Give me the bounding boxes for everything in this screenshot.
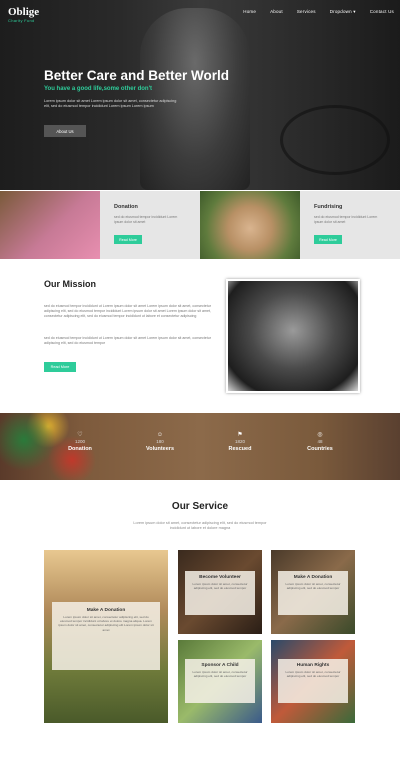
tile-caption: Human Rights Lorem ipsum dolor sit amet,… [278, 659, 348, 703]
tile-title: Human Rights [296, 663, 330, 668]
tile-text: Lorem ipsum dolor sit amet, consectetur … [285, 670, 341, 679]
service-tile-human-rights[interactable]: Human Rights Lorem ipsum dolor sit amet,… [271, 640, 355, 723]
nav-item-contact[interactable]: Contact Us [370, 9, 394, 15]
fundrising-card-title: Fundrising [314, 204, 343, 210]
tile-caption: Make A Donation Lorem ipsum dolor sit am… [52, 602, 160, 670]
feature-strip: Donation sed do eiusmod tempor incididun… [0, 191, 400, 259]
mission-paragraph-2: sed do eiusmod tempor incididunt ut Lore… [44, 336, 211, 346]
tile-caption: Sponsor A Child Lorem ipsum dolor sit am… [185, 659, 255, 703]
tile-text: Lorem ipsum dolor sit amet, consectetur … [285, 582, 341, 591]
main-nav: Home About Services Dropdown ▾ Contact U… [243, 9, 394, 15]
smile-icon: ☺ [156, 432, 164, 438]
stat-label: Rescued [228, 446, 252, 452]
service-heading: Our Service [171, 501, 229, 512]
service-tile-make-donation[interactable]: Make A Donation Lorem ipsum dolor sit am… [271, 550, 355, 634]
stat-volunteers: ☺ 180 Volunteers [130, 431, 190, 453]
donation-read-more-button[interactable]: Read More [114, 235, 142, 244]
tile-caption: Make A Donation Lorem ipsum dolor sit am… [278, 571, 348, 615]
mission-paragraph-1: sed do eiusmod tempor incididunt ut Lore… [44, 304, 211, 319]
stats-section: ♡ 1200 Donation ☺ 180 Volunteers ⚑ 1820 … [0, 413, 400, 480]
tile-caption: Become Volunteer Lorem ipsum dolor sit a… [185, 571, 255, 615]
donation-card-text: sed do eiusmod tempor incididunt Lorem i… [114, 215, 178, 224]
tile-title: Make A Donation [293, 575, 333, 580]
stat-label: Countries [307, 446, 333, 452]
tile-text: Lorem ipsum dolor sit amet, consectetur … [192, 582, 248, 591]
service-tile-make-donation-large[interactable]: Make A Donation Lorem ipsum dolor sit am… [44, 550, 168, 723]
about-us-button[interactable]: About Us [44, 125, 86, 137]
stat-rescued: ⚑ 1820 Rescued [210, 431, 270, 453]
hero-bicycle-image [280, 105, 390, 175]
mission-heading: Our Mission [44, 279, 97, 289]
flag-icon: ⚑ [237, 432, 243, 438]
service-subtitle: Lorem ipsum dolor sit amet, consectetur … [133, 521, 267, 530]
tile-title: Sponsor A Child [201, 663, 239, 668]
globe-icon: ◎ [317, 432, 323, 438]
stat-label: Volunteers [145, 446, 174, 452]
tile-text: Lorem ipsum dolor sit amet, consectetur … [58, 615, 154, 632]
stat-donation: ♡ 1200 Donation [50, 431, 110, 453]
fundrising-card-text: sed do eiusmod tempor incididunt Lorem i… [314, 215, 378, 224]
nav-item-services[interactable]: Services [297, 9, 316, 15]
service-tile-become-volunteer[interactable]: Become Volunteer Lorem ipsum dolor sit a… [178, 550, 262, 634]
children-photo [0, 191, 100, 259]
stat-label: Donation [68, 446, 92, 452]
tile-title: Make A Donation [86, 608, 126, 613]
nav-item-dropdown[interactable]: Dropdown ▾ [330, 9, 356, 15]
money-hands-photo [200, 191, 300, 259]
mission-photo [226, 279, 360, 393]
stat-countries: ◎ 48 Countries [290, 431, 350, 453]
hero-section: Oblige Charity Fund Home About Services … [0, 0, 400, 190]
hero-body-text: Lorem ipsum dolor sit amet Lorem ipsum d… [44, 99, 177, 108]
tile-text: Lorem ipsum dolor sit amet, consectetur … [192, 670, 248, 679]
brand-tagline: Charity Fund [8, 18, 35, 23]
nav-item-home[interactable]: Home [243, 9, 256, 15]
brand-logo[interactable]: Oblige Charity Fund [8, 6, 68, 26]
hero-tagline: You have a good life,some other don't [44, 86, 152, 92]
brand-name: Oblige [8, 6, 40, 18]
mission-read-more-button[interactable]: Read More [44, 362, 76, 372]
fundrising-read-more-button[interactable]: Read More [314, 235, 342, 244]
page: Oblige Charity Fund Home About Services … [0, 0, 400, 763]
service-tile-sponsor-child[interactable]: Sponsor A Child Lorem ipsum dolor sit am… [178, 640, 262, 723]
donation-card-title: Donation [114, 204, 138, 210]
hero-heading: Better Care and Better World [44, 68, 230, 83]
nav-item-about[interactable]: About [270, 9, 283, 15]
tile-title: Become Volunteer [199, 575, 241, 580]
heart-icon: ♡ [77, 432, 83, 438]
